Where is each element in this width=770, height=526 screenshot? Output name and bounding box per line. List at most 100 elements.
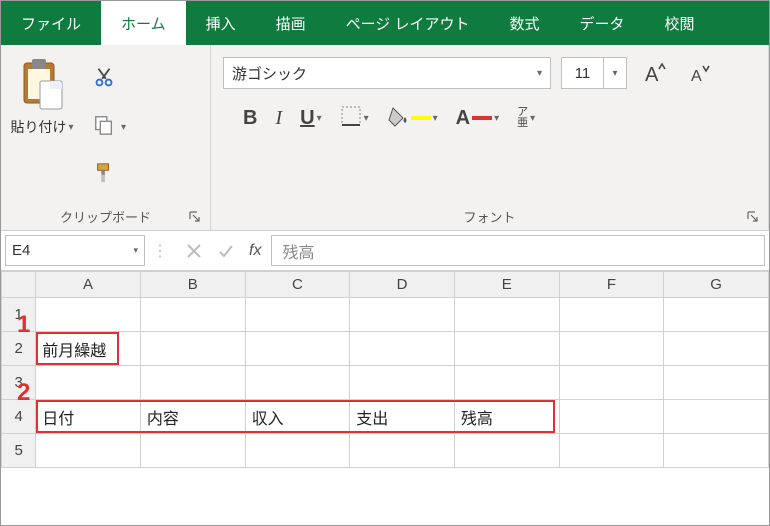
tab-page-layout[interactable]: ページ レイアウト (326, 1, 490, 45)
cut-button[interactable] (87, 59, 143, 99)
paste-button[interactable]: 貼り付け ▾ (7, 53, 77, 137)
cell-G5[interactable] (664, 434, 769, 468)
font-size-value: 11 (562, 58, 604, 88)
decrease-font-size-button[interactable]: A (683, 57, 719, 89)
row-header-5[interactable]: 5 (2, 434, 36, 468)
cell-F3[interactable] (559, 366, 664, 400)
col-header-A[interactable]: A (36, 272, 141, 298)
bold-button[interactable]: B (243, 101, 257, 135)
underline-button[interactable]: U▾ (300, 101, 321, 135)
cell-B5[interactable] (140, 434, 245, 468)
copy-icon (93, 114, 115, 141)
row-header-4[interactable]: 4 (2, 400, 36, 434)
cell-F4[interactable] (559, 400, 664, 434)
chevron-down-icon: ▾ (68, 122, 73, 133)
cell-A4[interactable]: 日付 (36, 400, 141, 434)
cell-A2[interactable]: 前月繰越 (36, 332, 141, 366)
cell-F2[interactable] (559, 332, 664, 366)
cell-C3[interactable] (245, 366, 350, 400)
cell-G1[interactable] (664, 298, 769, 332)
cell-D1[interactable] (350, 298, 455, 332)
cell-G4[interactable] (664, 400, 769, 434)
tab-data[interactable]: データ (560, 1, 645, 45)
cell-D4[interactable]: 支出 (350, 400, 455, 434)
cell-F1[interactable] (559, 298, 664, 332)
increase-font-size-button[interactable]: A (637, 57, 673, 89)
dialog-launcher-clipboard[interactable] (186, 208, 204, 226)
tab-draw[interactable]: 描画 (256, 1, 326, 45)
cell-B2[interactable] (140, 332, 245, 366)
row-header-3[interactable]: 3 (2, 366, 36, 400)
tab-review[interactable]: 校閲 (645, 1, 715, 45)
cell-E1[interactable] (454, 298, 559, 332)
chevron-down-icon: ▾ (433, 113, 438, 124)
col-header-C[interactable]: C (245, 272, 350, 298)
format-painter-button[interactable] (87, 155, 143, 195)
col-header-D[interactable]: D (350, 272, 455, 298)
cell-D3[interactable] (350, 366, 455, 400)
cell-A3[interactable] (36, 366, 141, 400)
group-font: 游ゴシック ▾ 11 ▾ A A B I U▾ (211, 45, 769, 230)
dialog-launcher-font[interactable] (744, 208, 762, 226)
cell-E2[interactable] (454, 332, 559, 366)
tab-file[interactable]: ファイル (1, 1, 101, 45)
formula-bar-resize-handle[interactable]: ⋮ (145, 231, 175, 270)
tab-formulas[interactable]: 数式 (489, 1, 559, 45)
group-label-font: フォント (463, 207, 515, 226)
chevron-down-icon: ▾ (364, 113, 369, 124)
copy-button[interactable]: ▾ (87, 107, 143, 147)
insert-function-button[interactable]: fx (249, 242, 261, 260)
bucket-icon (387, 105, 409, 132)
col-header-E[interactable]: E (454, 272, 559, 298)
font-name-select[interactable]: 游ゴシック ▾ (223, 57, 551, 89)
ruby-label: ア 亜 (517, 107, 528, 129)
select-all-corner[interactable] (2, 272, 36, 298)
row-header-2[interactable]: 2 (2, 332, 36, 366)
cell-E3[interactable] (454, 366, 559, 400)
ruby-phonetic-button[interactable]: ア 亜 ▾ (517, 101, 535, 135)
cell-E4[interactable]: 残高 (454, 400, 559, 434)
cell-C4[interactable]: 収入 (245, 400, 350, 434)
chevron-down-icon: ▾ (133, 245, 138, 256)
fill-color-button[interactable]: ▾ (387, 101, 438, 135)
cell-E5[interactable] (454, 434, 559, 468)
cell-C2[interactable] (245, 332, 350, 366)
cell-G2[interactable] (664, 332, 769, 366)
svg-text:A: A (645, 64, 659, 86)
col-header-B[interactable]: B (140, 272, 245, 298)
col-header-G[interactable]: G (664, 272, 769, 298)
italic-button[interactable]: I (275, 101, 282, 135)
tab-insert[interactable]: 挿入 (186, 1, 256, 45)
borders-button[interactable]: ▾ (340, 101, 369, 135)
cell-A5[interactable] (36, 434, 141, 468)
font-size-select[interactable]: 11 ▾ (561, 57, 627, 89)
row-header-1[interactable]: 1 (2, 298, 36, 332)
formula-bar: E4 ▾ ⋮ fx 残高 (1, 231, 769, 271)
cell-G3[interactable] (664, 366, 769, 400)
tab-home[interactable]: ホーム (101, 1, 186, 45)
cell-C1[interactable] (245, 298, 350, 332)
formula-input[interactable]: 残高 (271, 235, 765, 266)
cell-F5[interactable] (559, 434, 664, 468)
cell-C5[interactable] (245, 434, 350, 468)
group-clipboard: 貼り付け ▾ ▾ (1, 45, 211, 230)
scissors-icon (93, 66, 115, 93)
enter-formula-button[interactable] (217, 242, 235, 260)
group-label-clipboard: クリップボード (60, 207, 151, 226)
chevron-down-icon: ▾ (494, 113, 499, 124)
paste-label: 貼り付け (10, 117, 66, 137)
cell-B1[interactable] (140, 298, 245, 332)
chevron-down-icon[interactable]: ▾ (604, 58, 626, 88)
cell-A1[interactable] (36, 298, 141, 332)
cell-D2[interactable] (350, 332, 455, 366)
name-box[interactable]: E4 ▾ (5, 235, 145, 266)
cell-B3[interactable] (140, 366, 245, 400)
cell-D5[interactable] (350, 434, 455, 468)
font-color-button[interactable]: A ▾ (456, 101, 499, 135)
col-header-F[interactable]: F (559, 272, 664, 298)
cell-B4[interactable]: 内容 (140, 400, 245, 434)
cancel-formula-button[interactable] (185, 242, 203, 260)
worksheet-grid: A B C D E F G 1 2 前月繰越 3 4 日付 内容 収入 支出 残… (1, 271, 769, 468)
chevron-down-icon: ▾ (537, 68, 542, 79)
chevron-down-icon: ▾ (317, 113, 322, 124)
